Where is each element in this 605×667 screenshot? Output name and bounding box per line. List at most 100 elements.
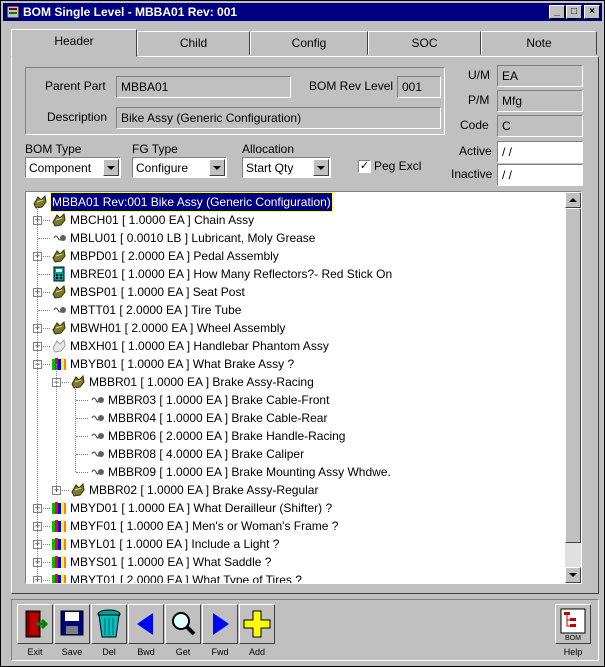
code-field[interactable]: C bbox=[497, 115, 583, 137]
help-button[interactable]: BOM bbox=[555, 604, 591, 644]
bom-type-label: BOM Type bbox=[25, 142, 82, 156]
bom-tree[interactable]: MBBA01 Rev:001 Bike Assy (Generic Config… bbox=[25, 191, 582, 584]
tree-row-label: MBBR08 [ 4.0000 EA ] Brake Caliper bbox=[108, 447, 305, 461]
option-icon bbox=[51, 536, 67, 552]
chevron-down-icon[interactable] bbox=[103, 159, 119, 176]
um-field[interactable]: EA bbox=[497, 65, 583, 87]
parent-part-field[interactable]: MBBA01 bbox=[116, 76, 291, 98]
tree-row-label: MBLU01 [ 0.0010 LB ] Lubricant, Moly Gre… bbox=[70, 231, 316, 245]
bom-window: BOM Single Level - MBBA01 Rev: 001 _ □ ×… bbox=[0, 0, 605, 667]
tree-row[interactable]: + MBYL01 [ 1.0000 EA ] Include a Light ? bbox=[26, 535, 566, 553]
arrow-right-icon bbox=[213, 613, 229, 635]
option-icon bbox=[51, 518, 67, 534]
scroll-up-button[interactable] bbox=[565, 192, 581, 208]
floppy-disk-icon bbox=[60, 610, 84, 636]
tree-row[interactable]: + MBWH01 [ 2.0000 EA ] Wheel Assembly bbox=[26, 319, 566, 337]
tree-connector bbox=[38, 274, 50, 275]
forward-button[interactable] bbox=[202, 604, 238, 644]
tree-connector bbox=[38, 238, 50, 239]
tree-connector bbox=[76, 454, 88, 455]
tree-row[interactable]: MBRE01 [ 1.0000 EA ] How Many Reflectors… bbox=[26, 265, 566, 283]
get-label: Get bbox=[175, 647, 191, 657]
assembly-icon bbox=[51, 284, 67, 300]
peg-excl-checkbox[interactable]: ✓ bbox=[358, 160, 371, 173]
description-field[interactable]: Bike Assy (Generic Configuration) bbox=[116, 107, 441, 129]
exit-button[interactable] bbox=[17, 604, 53, 644]
fg-type-value: Configure bbox=[136, 161, 189, 175]
bottom-toolbar: Exit Save Del Bwd Get Fwd Add BOM Help bbox=[11, 599, 599, 661]
tree-row[interactable]: MBBR03 [ 1.0000 EA ] Brake Cable-Front bbox=[26, 391, 566, 409]
tree-row-label: MBYB01 [ 1.0000 EA ] What Brake Assy ? bbox=[70, 357, 295, 371]
tree-row-label: MBPD01 [ 2.0000 EA ] Pedal Assembly bbox=[70, 249, 279, 263]
magnifier-icon bbox=[172, 612, 196, 636]
tree-row-label: MBBR02 [ 1.0000 EA ] Brake Assy-Regular bbox=[89, 483, 319, 497]
tree-row[interactable]: − MBBR01 [ 1.0000 EA ] Brake Assy-Racing bbox=[26, 373, 566, 391]
delete-button[interactable] bbox=[91, 604, 127, 644]
tree-row[interactable]: MBBR04 [ 1.0000 EA ] Brake Cable-Rear bbox=[26, 409, 566, 427]
tree-scrollbar[interactable] bbox=[565, 192, 581, 583]
tree-connector bbox=[76, 400, 88, 401]
tree-trunk-line bbox=[75, 382, 76, 472]
tree-row[interactable]: MBBR09 [ 1.0000 EA ] Brake Mounting Assy… bbox=[26, 463, 566, 481]
bom-type-select[interactable]: Component bbox=[25, 157, 121, 178]
pm-field[interactable]: Mfg bbox=[497, 90, 583, 112]
add-button[interactable] bbox=[239, 604, 275, 644]
tree-row[interactable]: + MBPD01 [ 2.0000 EA ] Pedal Assembly bbox=[26, 247, 566, 265]
tab-config[interactable]: Config bbox=[250, 31, 368, 55]
tree-trunk-line bbox=[37, 202, 38, 582]
tree-row-label: MBBR03 [ 1.0000 EA ] Brake Cable-Front bbox=[108, 393, 330, 407]
assembly-icon bbox=[32, 194, 48, 210]
tree-row[interactable]: MBTT01 [ 2.0000 EA ] Tire Tube bbox=[26, 301, 566, 319]
help-label: Help bbox=[563, 647, 583, 657]
help-icon-text: BOM bbox=[565, 635, 581, 642]
tree-row[interactable]: + MBSP01 [ 1.0000 EA ] Seat Post bbox=[26, 283, 566, 301]
option-icon bbox=[51, 572, 67, 583]
tab-header[interactable]: Header bbox=[11, 29, 137, 57]
chevron-down-icon[interactable] bbox=[209, 159, 225, 176]
active-date-field[interactable]: / / bbox=[497, 141, 583, 163]
tree-row[interactable]: + MBXH01 [ 1.0000 EA ] Handlebar Phantom … bbox=[26, 337, 566, 355]
part-icon bbox=[89, 464, 105, 480]
close-button[interactable]: × bbox=[584, 5, 600, 19]
plus-icon bbox=[243, 610, 271, 638]
arrow-down-icon bbox=[569, 573, 577, 577]
tree-row[interactable]: + MBBR02 [ 1.0000 EA ] Brake Assy-Regular bbox=[26, 481, 566, 499]
scroll-down-button[interactable] bbox=[565, 567, 581, 583]
title-bar: BOM Single Level - MBBA01 Rev: 001 _ □ × bbox=[3, 3, 602, 21]
tab-note[interactable]: Note bbox=[481, 31, 597, 55]
scroll-thumb[interactable] bbox=[565, 208, 581, 543]
inactive-label: Inactive bbox=[451, 167, 493, 181]
part-icon bbox=[89, 410, 105, 426]
tab-strip: Header Child Config SOC Note bbox=[11, 29, 599, 57]
tree-row[interactable]: MBBR06 [ 2.0000 EA ] Brake Handle-Racing bbox=[26, 427, 566, 445]
tree-row[interactable]: MBLU01 [ 0.0010 LB ] Lubricant, Moly Gre… bbox=[26, 229, 566, 247]
assembly-icon bbox=[70, 482, 86, 498]
backward-label: Bwd bbox=[137, 647, 155, 657]
tab-child[interactable]: Child bbox=[137, 31, 250, 55]
get-button[interactable] bbox=[165, 604, 201, 644]
tree-trunk-line bbox=[56, 364, 57, 490]
tab-soc[interactable]: SOC bbox=[368, 31, 481, 55]
minimize-button[interactable]: _ bbox=[549, 5, 565, 19]
tree-row[interactable]: + MBYD01 [ 1.0000 EA ] What Derailleur (S… bbox=[26, 499, 566, 517]
description-label: Description bbox=[47, 110, 108, 124]
tree-row[interactable]: MBBA01 Rev:001 Bike Assy (Generic Config… bbox=[26, 192, 566, 212]
tree-row[interactable]: + MBYF01 [ 1.0000 EA ] Men's or Woman's F… bbox=[26, 517, 566, 535]
maximize-button[interactable]: □ bbox=[566, 5, 582, 19]
tree-row[interactable]: − MBYB01 [ 1.0000 EA ] What Brake Assy ? bbox=[26, 355, 566, 373]
chevron-down-icon[interactable] bbox=[313, 159, 329, 176]
inactive-date-field[interactable]: / / bbox=[497, 164, 583, 186]
tree-row[interactable]: MBBR08 [ 4.0000 EA ] Brake Caliper bbox=[26, 445, 566, 463]
tree-row[interactable]: + MBYT01 [ 2.0000 EA ] What Type of Tires… bbox=[26, 571, 566, 583]
allocation-select[interactable]: Start Qty bbox=[242, 157, 331, 178]
tree-row-label: MBBR09 [ 1.0000 EA ] Brake Mounting Assy… bbox=[108, 465, 391, 479]
save-label: Save bbox=[61, 647, 83, 657]
trash-can-icon bbox=[97, 609, 121, 638]
save-button[interactable] bbox=[54, 604, 90, 644]
delete-label: Del bbox=[102, 647, 116, 657]
fg-type-select[interactable]: Configure bbox=[132, 157, 227, 178]
tree-row[interactable]: + MBCH01 [ 1.0000 EA ] Chain Assy bbox=[26, 211, 566, 229]
tree-row[interactable]: + MBYS01 [ 1.0000 EA ] What Saddle ? bbox=[26, 553, 566, 571]
backward-button[interactable] bbox=[128, 604, 164, 644]
bom-rev-field[interactable]: 001 bbox=[397, 76, 441, 98]
